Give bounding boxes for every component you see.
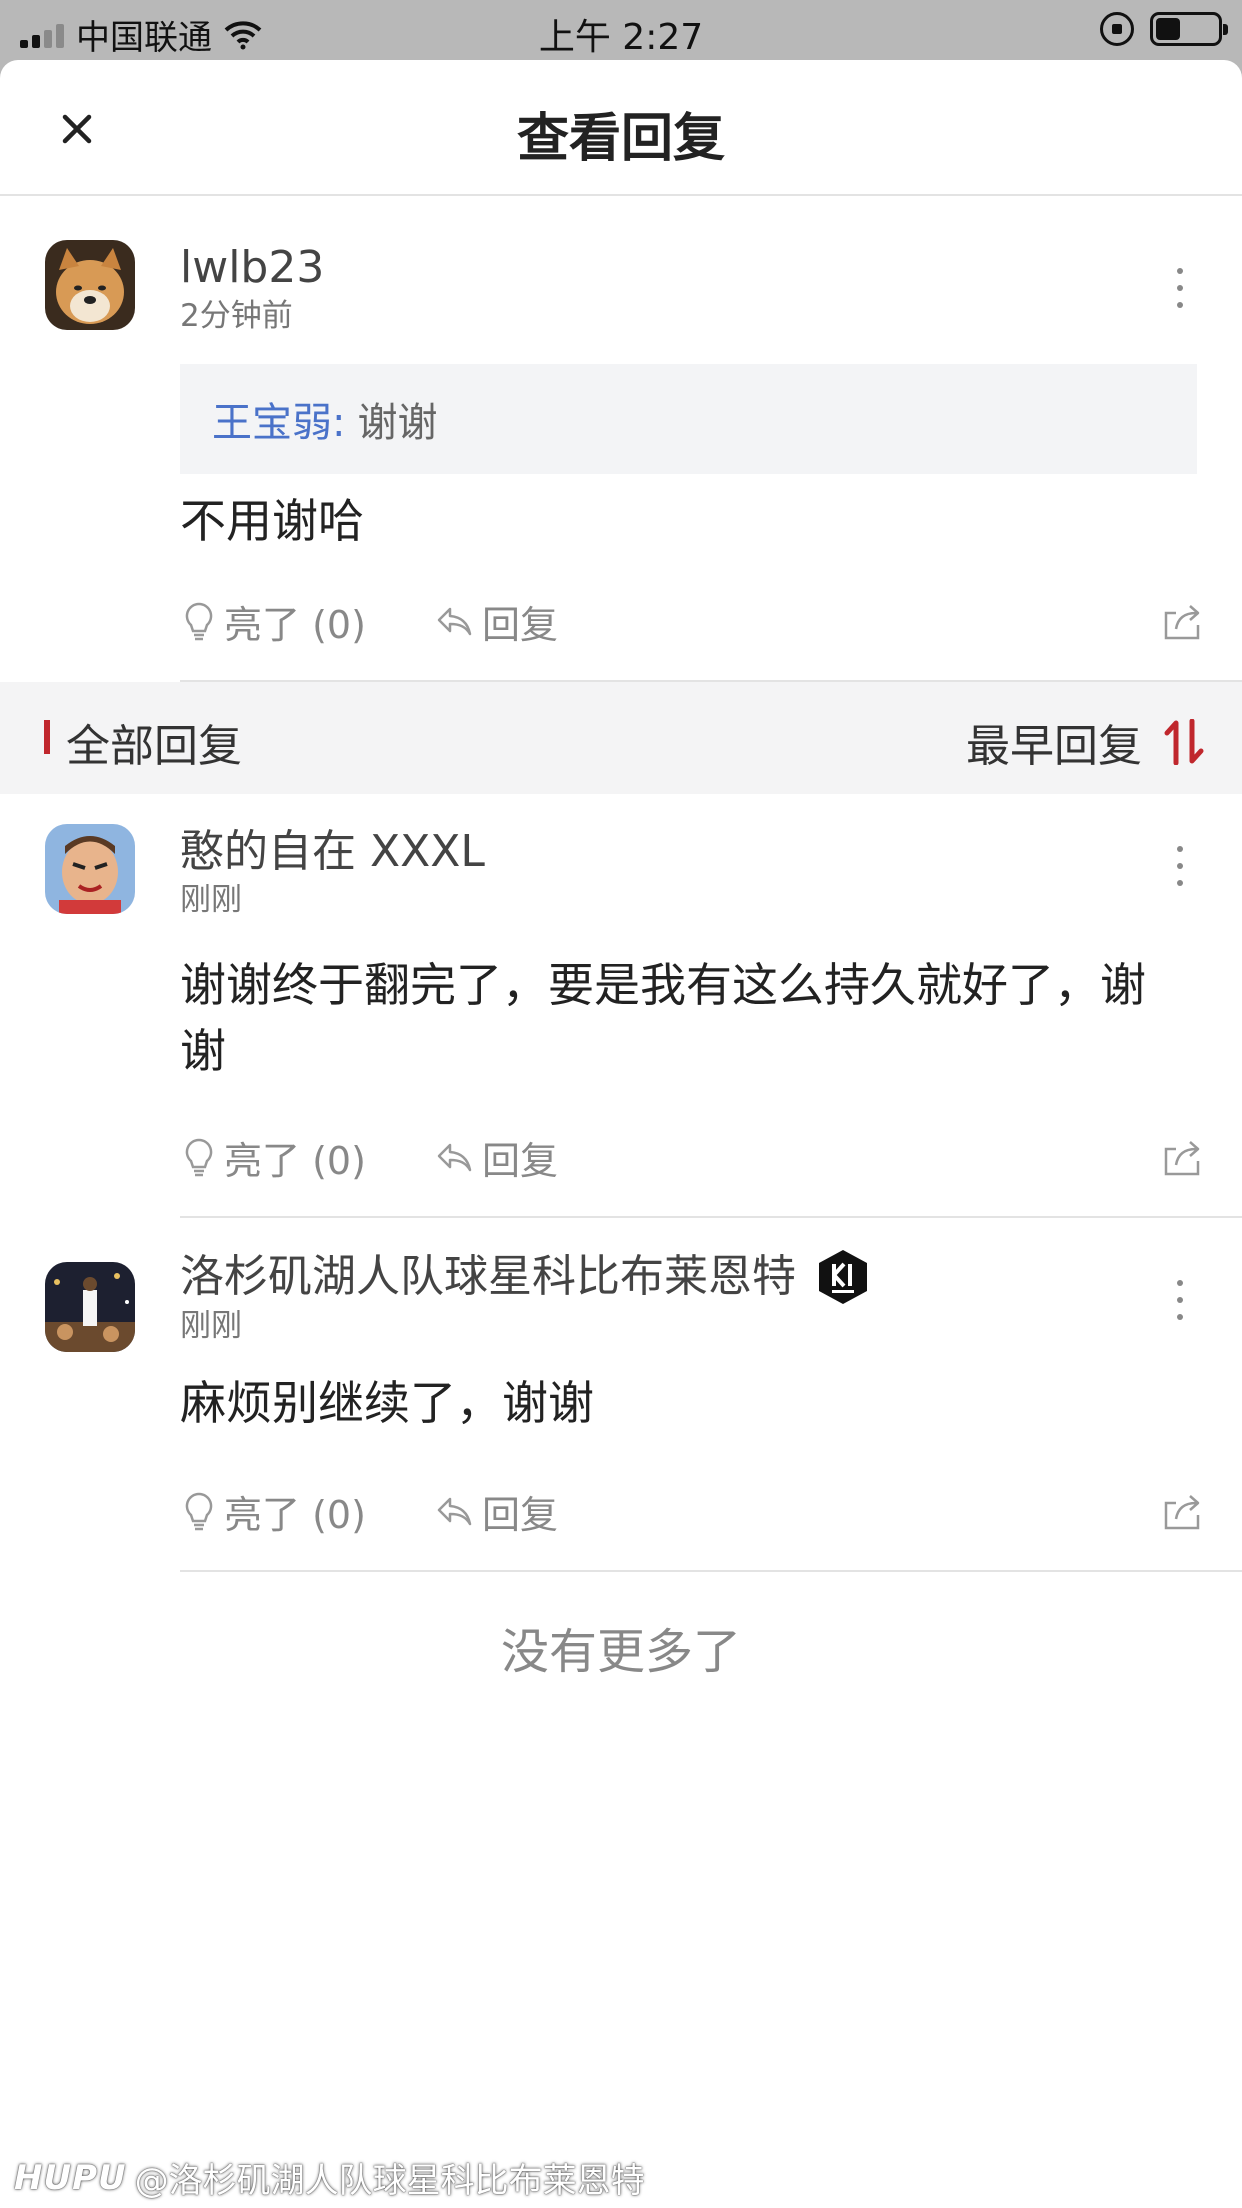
avatar[interactable] [45,240,135,330]
more-options-button[interactable] [1174,268,1186,308]
more-options-button[interactable] [1174,1280,1186,1320]
quoted-reply: 王宝弱: 谢谢 [180,364,1197,474]
share-button[interactable] [1162,1137,1204,1177]
comment-text: 麻烦别继续了，谢谢 [180,1376,594,1430]
share-icon [1164,605,1200,640]
comment-time: 刚刚 [180,1308,242,1344]
like-button[interactable]: 亮了 (0) [184,1484,366,1539]
like-button[interactable]: 亮了 (0) [184,594,366,649]
share-button[interactable] [1162,1491,1204,1531]
reply-button[interactable]: 回复 [436,1130,558,1185]
reply-icon [437,1143,472,1172]
comment-actions: 亮了 (0) 回复 [180,1098,1242,1218]
battery-icon [1150,12,1228,46]
badge-icon [819,1250,867,1304]
reply-item: 憨的自在 XXXL 刚刚 谢谢终于翻完了，要是我有这么持久就好了，谢谢 亮了 (… [0,794,1242,1218]
clock: 上午 2:27 [538,17,704,58]
share-button[interactable] [1162,601,1204,641]
quoted-text: 谢谢 [357,400,438,446]
status-right [1100,12,1228,46]
comment-time: 刚刚 [180,882,242,918]
watermark-text: @洛杉矶湖人队球星科比布莱恩特 [134,2161,645,2201]
quoted-username[interactable]: 王宝弱: [212,390,345,448]
sort-icon [1164,719,1204,765]
lightbulb-icon [185,1138,213,1177]
avatar[interactable] [45,824,135,914]
reply-button[interactable]: 回复 [436,1484,558,1539]
like-button[interactable]: 亮了 (0) [184,1130,366,1185]
hupu-logo: HUPU [14,2157,127,2198]
all-replies-header: 全部回复 最早回复 [0,682,1242,794]
comment-text: 不用谢哈 [180,494,364,548]
main-comment: lwlb23 2分钟前 王宝弱: 谢谢 不用谢哈 亮了 (0) 回复 [0,196,1242,682]
no-more-label: 没有更多了 [500,1624,741,1680]
reply-sheet: 查看回复 lwlb23 2分钟前 王宝弱: 谢谢 不用谢哈 亮了 (0) 回复 … [0,60,1242,2208]
reply-icon [437,607,472,636]
reply-icon [437,1497,472,1526]
page-title: 查看回复 [516,109,725,169]
watermark: HUPU @洛杉矶湖人队球星科比布莱恩特 [14,2153,645,2202]
lightbulb-icon [185,602,213,641]
username[interactable]: 憨的自在 XXXL [180,824,1242,880]
status-bar: 中国联通 上午 2:27 [0,0,1242,60]
comment-time: 2分钟前 [180,298,293,334]
share-icon [1164,1495,1200,1530]
share-icon [1164,1141,1200,1176]
reply-item: 洛杉矶湖人队球星科比布莱恩特 刚刚 麻烦别继续了，谢谢 亮了 (0) 回复 [0,1218,1242,1572]
sheet-header: 查看回复 [0,60,1242,196]
username[interactable]: lwlb23 [180,240,1242,296]
more-options-button[interactable] [1174,846,1186,886]
lightbulb-icon [185,1492,213,1531]
username[interactable]: 洛杉矶湖人队球星科比布莱恩特 [180,1248,1242,1306]
comment-actions: 亮了 (0) 回复 [180,562,1242,682]
sort-toggle[interactable]: 最早回复 [966,710,1206,774]
avatar[interactable] [45,1262,135,1352]
section-accent-bar [44,720,50,754]
section-title: 全部回复 [66,721,242,772]
comment-actions: 亮了 (0) 回复 [180,1452,1242,1572]
reply-button[interactable]: 回复 [436,594,558,649]
orientation-lock-icon [1100,12,1134,46]
comment-text: 谢谢终于翻完了，要是我有这么持久就好了，谢谢 [180,958,1146,1078]
